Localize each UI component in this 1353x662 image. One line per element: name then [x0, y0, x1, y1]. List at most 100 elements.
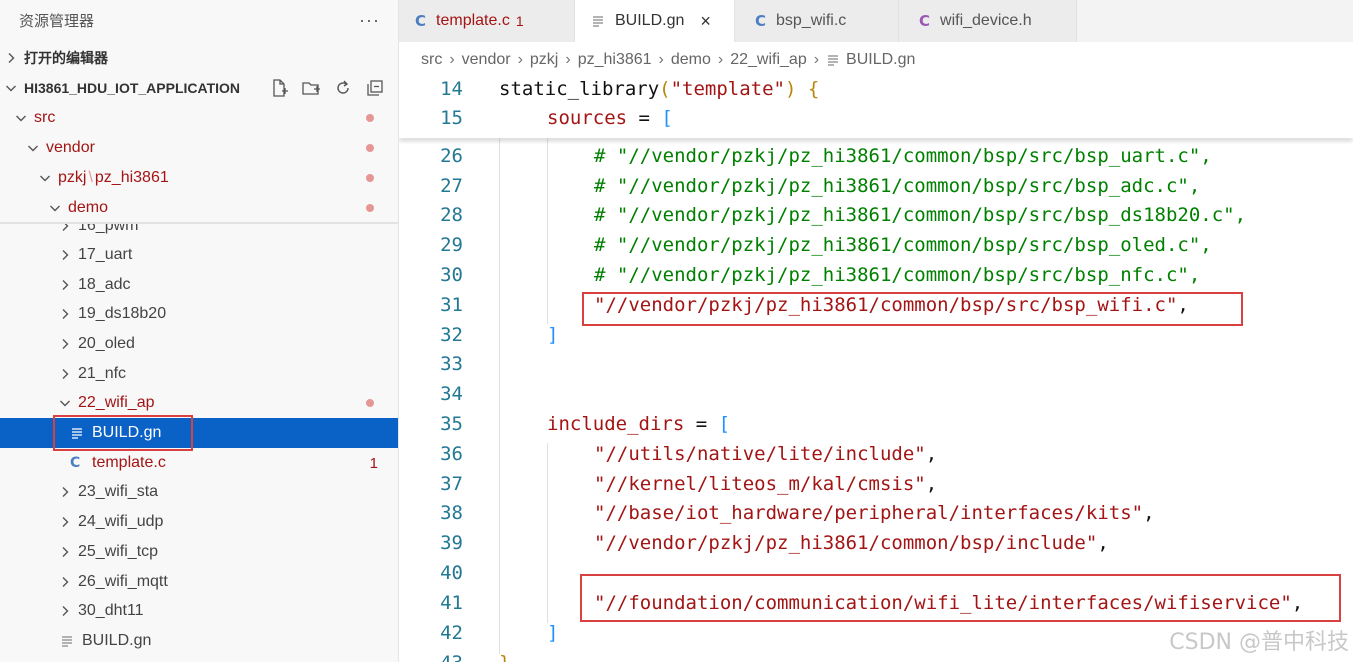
tree-folder-vendor[interactable]: vendor	[0, 133, 398, 163]
chevron-right-icon	[58, 308, 72, 320]
chevron-right-icon: ›	[565, 51, 571, 68]
code-line-35: 35 include_dirs = [	[399, 409, 1353, 439]
code-text: "//foundation/communication/wifi_lite/in…	[594, 592, 1304, 614]
tree-folder-demo[interactable]: demo	[0, 193, 398, 223]
chevron-down-icon	[48, 202, 62, 214]
chevron-right-icon	[4, 52, 18, 64]
open-editors-section[interactable]: 打开的编辑器	[0, 43, 398, 73]
tree-file-build-gn-selected[interactable]: BUILD.gn	[0, 418, 398, 448]
tab-build-gn[interactable]: BUILD.gn ×	[575, 0, 735, 42]
code-line-40: 40	[399, 558, 1353, 588]
project-label: HI3861_HDU_IOT_APPLICATION	[24, 80, 241, 96]
file-label: BUILD.gn	[92, 424, 162, 441]
code-line-36: 36 "//utils/native/lite/include",	[399, 439, 1353, 469]
line-number: 35	[440, 413, 463, 435]
breadcrumb-item[interactable]: pz_hi3861	[578, 51, 652, 69]
chevron-right-icon	[58, 516, 72, 528]
folder-label: 26_wifi_mqtt	[78, 573, 168, 590]
line-number: 15	[440, 107, 463, 129]
line-number: 41	[440, 592, 463, 614]
tree-folder[interactable]: 17_uart	[0, 240, 398, 270]
tab-template-c[interactable]: C template.c 1	[399, 0, 575, 42]
folder-label: 30_dht11	[78, 602, 144, 619]
breadcrumb-item[interactable]: vendor	[462, 51, 511, 69]
breadcrumb-item[interactable]: src	[421, 51, 442, 69]
tree-file-template-c[interactable]: C template.c 1	[0, 448, 398, 478]
tree-folder[interactable]: 18_adc	[0, 270, 398, 300]
chevron-right-icon: ›	[658, 51, 664, 68]
code-line-15: 15 sources = [	[399, 103, 1353, 133]
breadcrumb-item[interactable]: 22_wifi_ap	[730, 51, 807, 69]
code-editor[interactable]: 14 static_library("template") { 15 sourc…	[399, 74, 1353, 662]
tree-folder[interactable]: 23_wifi_sta	[0, 477, 398, 507]
tree-folder[interactable]: 26_wifi_mqtt	[0, 567, 398, 597]
chevron-down-icon	[58, 397, 72, 409]
explorer-sidebar: 资源管理器 ··· 打开的编辑器 HI3861_HDU_IOT_APPLICAT…	[0, 0, 399, 662]
collapse-all-icon[interactable]	[364, 77, 386, 99]
folder-label: 21_nfc	[78, 365, 127, 382]
new-file-icon[interactable]	[268, 77, 290, 99]
code-text: static_library("template") {	[499, 78, 820, 100]
line-number: 27	[440, 175, 463, 197]
chevron-right-icon: ›	[813, 51, 820, 68]
tree-folder[interactable]: 16_pwm	[0, 224, 398, 241]
chevron-right-icon: ›	[449, 51, 455, 68]
folder-label: pzkj	[58, 169, 87, 186]
line-number: 29	[440, 234, 463, 256]
error-count-badge: 1	[369, 454, 378, 472]
project-actions	[268, 77, 386, 99]
code-line-38: 38 "//base/iot_hardware/peripheral/inter…	[399, 498, 1353, 528]
tree-folder[interactable]: 19_ds18b20	[0, 299, 398, 329]
breadcrumb-item[interactable]: demo	[671, 51, 711, 69]
code-line-28: 28 # "//vendor/pzkj/pz_hi3861/common/bsp…	[399, 200, 1353, 230]
chevron-right-icon	[58, 338, 72, 350]
more-actions-button[interactable]: ···	[359, 10, 380, 31]
explorer-title: 资源管理器	[19, 12, 95, 30]
folder-label: 18_adc	[78, 276, 131, 293]
tree-folder[interactable]: 30_dht11	[0, 596, 398, 626]
modified-dot	[366, 204, 374, 212]
tree-folder[interactable]: 21_nfc	[0, 359, 398, 389]
new-folder-icon[interactable]	[300, 77, 322, 99]
close-icon[interactable]: ×	[700, 11, 711, 32]
tab-wifi-device-h[interactable]: C wifi_device.h	[899, 0, 1077, 42]
code-line-29: 29 # "//vendor/pzkj/pz_hi3861/common/bsp…	[399, 230, 1353, 260]
breadcrumb: src › vendor › pzkj › pz_hi3861 › demo › 22_w…	[399, 42, 1353, 78]
tab-bsp-wifi-c[interactable]: C bsp_wifi.c	[735, 0, 899, 42]
chevron-right-icon: ›	[717, 51, 724, 68]
tree-folder[interactable]: 24_wifi_udp	[0, 507, 398, 537]
tree-folder[interactable]: 20_oled	[0, 329, 398, 359]
folder-label: demo	[68, 199, 109, 216]
code-comment: # "//vendor/pzkj/pz_hi3861/common/bsp/sr…	[594, 234, 1212, 256]
code-text: }	[499, 652, 510, 662]
code-text: ]	[547, 324, 559, 346]
project-section[interactable]: HI3861_HDU_IOT_APPLICATION	[0, 73, 398, 103]
folder-label: 17_uart	[78, 246, 133, 263]
tree-file-root-build-gn[interactable]: BUILD.gn	[0, 626, 398, 656]
line-number: 40	[440, 562, 463, 584]
code-text: "//base/iot_hardware/peripheral/interfac…	[594, 502, 1155, 524]
tree-folder-pzkj[interactable]: pzkj \ pz_hi3861	[0, 163, 398, 193]
code-line-32: 32 ]	[399, 320, 1353, 350]
tree-folder-src[interactable]: src	[0, 103, 398, 133]
modified-dot	[366, 144, 374, 152]
tab-label: template.c	[436, 12, 510, 29]
c-file-icon: C	[415, 12, 427, 30]
breadcrumb-item[interactable]: BUILD.gn	[846, 51, 915, 69]
line-number: 33	[440, 353, 463, 375]
tree-folder[interactable]: 25_wifi_tcp	[0, 537, 398, 567]
watermark: CSDN @普中科技	[1169, 630, 1349, 655]
code-comment: # "//vendor/pzkj/pz_hi3861/common/bsp/sr…	[594, 204, 1247, 226]
open-editors-label: 打开的编辑器	[24, 50, 108, 66]
code-line-30: 30 # "//vendor/pzkj/pz_hi3861/common/bsp…	[399, 260, 1353, 290]
refresh-icon[interactable]	[332, 77, 354, 99]
code-text: "//kernel/liteos_m/kal/cmsis",	[594, 473, 938, 495]
sticky-scroll-shadow	[399, 134, 1353, 138]
chevron-right-icon	[58, 576, 72, 588]
code-comment: # "//vendor/pzkj/pz_hi3861/common/bsp/sr…	[594, 175, 1201, 197]
line-number: 28	[440, 204, 463, 226]
folder-label: 25_wifi_tcp	[78, 543, 159, 560]
folder-label: vendor	[46, 139, 95, 156]
breadcrumb-item[interactable]: pzkj	[530, 51, 558, 69]
tree-folder-22-wifi-ap[interactable]: 22_wifi_ap	[0, 388, 398, 418]
